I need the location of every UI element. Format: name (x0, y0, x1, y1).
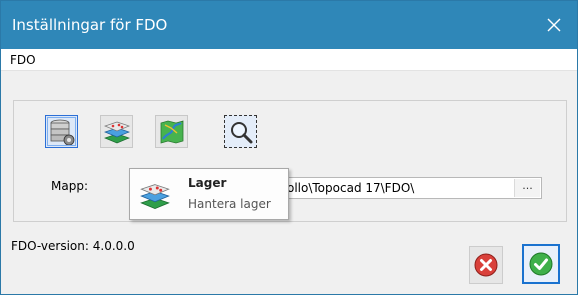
folder-path-field[interactable]: ollo\Topocad 17\FDO\ ... (282, 177, 542, 199)
database-settings-button[interactable] (45, 115, 78, 148)
checkmark-icon (529, 252, 553, 276)
zoom-button[interactable] (224, 115, 257, 148)
layers-icon (139, 180, 171, 215)
window-title: Inställningar för FDO (12, 16, 168, 34)
layers-tooltip: Lager Hantera lager (129, 168, 289, 220)
settings-group (13, 100, 567, 222)
settings-dialog: Inställningar för FDO FDO Mapp: ollo\Top… (0, 0, 578, 295)
database-gear-icon (50, 119, 74, 145)
magnifier-icon (230, 121, 252, 143)
close-button[interactable] (531, 1, 577, 49)
cancel-icon (474, 253, 498, 277)
menu-bar: FDO (1, 49, 577, 71)
title-bar: Inställningar för FDO (1, 1, 577, 49)
version-label: FDO-version: 4.0.0.0 (11, 239, 135, 253)
browse-button[interactable]: ... (514, 179, 540, 197)
menu-item-fdo[interactable]: FDO (10, 53, 36, 67)
folder-label: Mapp: (51, 179, 88, 193)
map-icon (160, 119, 183, 144)
close-icon (547, 18, 561, 32)
cancel-button[interactable] (469, 246, 503, 284)
tooltip-description: Hantera lager (188, 197, 271, 211)
folder-path-value: ollo\Topocad 17\FDO\ (287, 181, 415, 195)
map-button[interactable] (155, 115, 188, 148)
ok-button[interactable] (522, 244, 560, 284)
layers-button[interactable] (100, 115, 133, 148)
layers-icon (103, 121, 130, 143)
tooltip-title: Lager (188, 176, 227, 190)
